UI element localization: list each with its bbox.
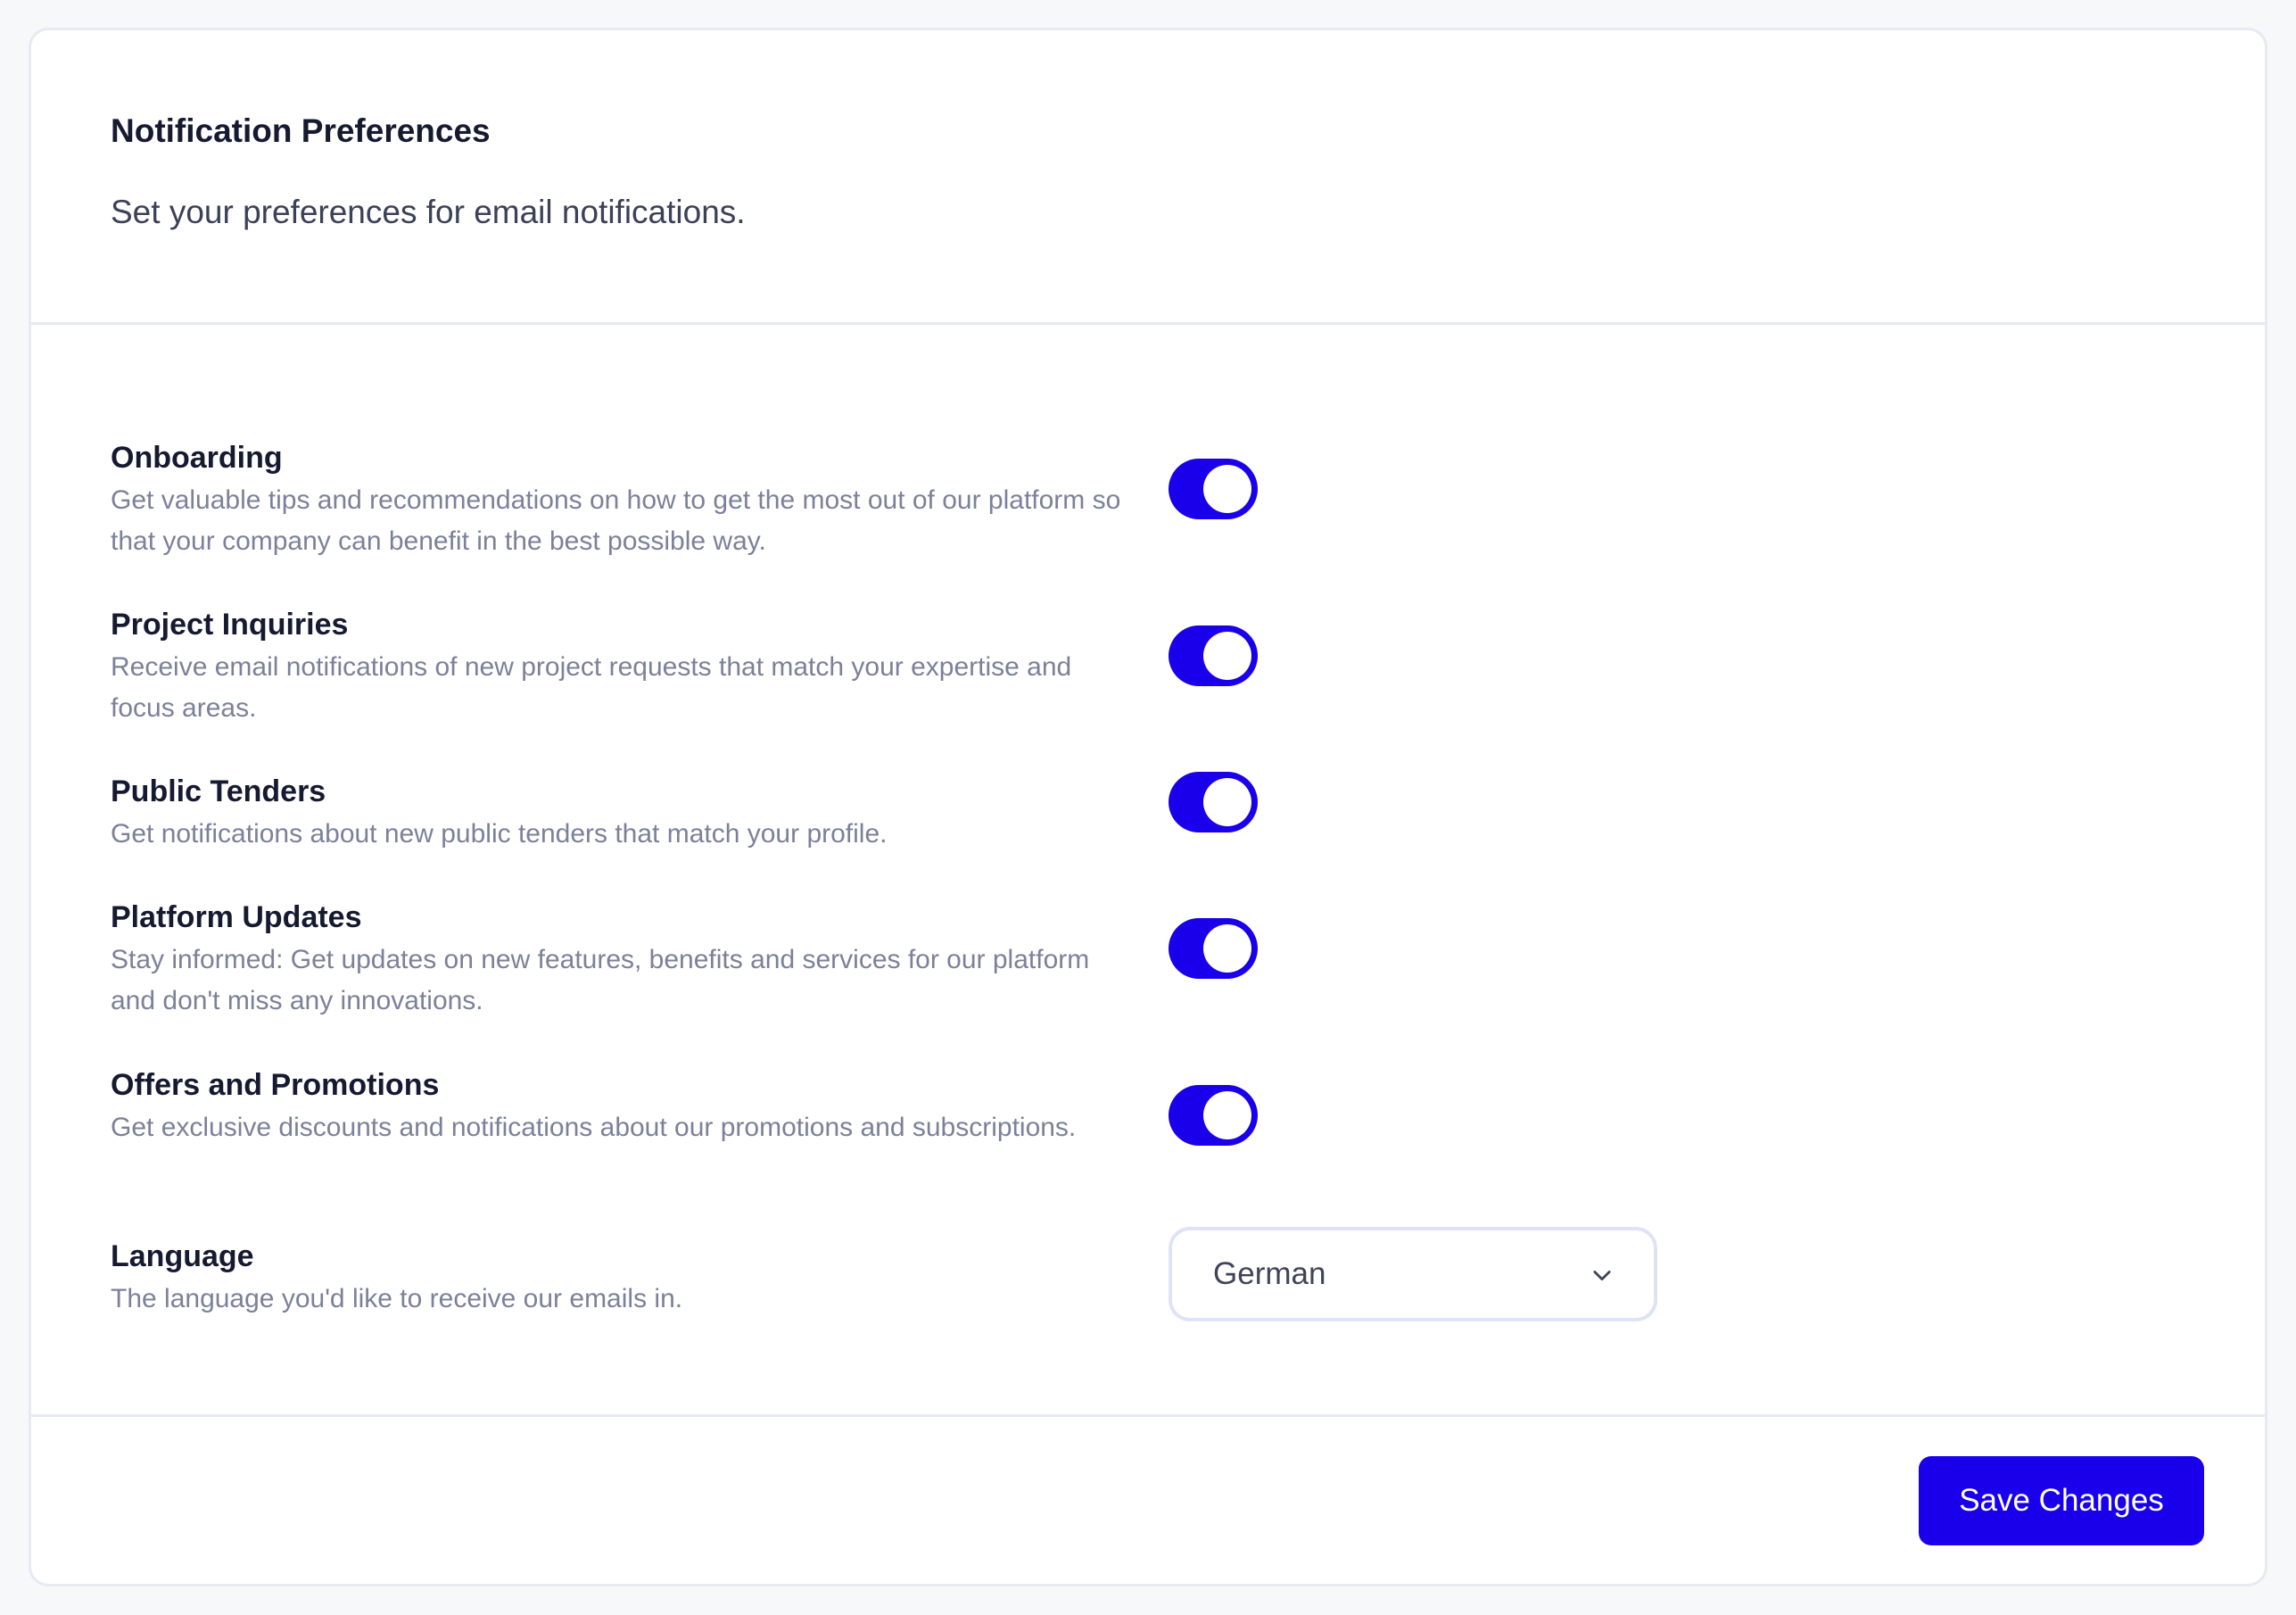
- toggle-knob: [1203, 778, 1251, 826]
- page-title: Notification Preferences: [111, 112, 491, 149]
- save-changes-button[interactable]: Save Changes: [1919, 1456, 2204, 1545]
- setting-description: Get exclusive discounts and notification…: [111, 1113, 1077, 1142]
- setting-description: Get notifications about new public tende…: [111, 819, 888, 849]
- setting-description: The language you'd like to receive our e…: [111, 1284, 683, 1313]
- toggle-knob: [1203, 924, 1251, 973]
- setting-title: Offers and Promotions: [111, 1068, 440, 1102]
- setting-title: Onboarding: [111, 441, 283, 475]
- chevron-down-icon: [1593, 1271, 1611, 1281]
- onboarding-toggle[interactable]: [1169, 459, 1258, 519]
- settings-list: Onboarding Get valuable tips and recomme…: [31, 325, 2265, 1417]
- card-header: Notification Preferences Set your prefer…: [31, 30, 2265, 325]
- setting-title: Platform Updates: [111, 900, 362, 934]
- setting-row-offers-promotions: Offers and Promotions Get exclusive disc…: [111, 1064, 1716, 1148]
- page-subtitle: Set your preferences for email notificat…: [111, 194, 746, 230]
- toggle-knob: [1203, 1091, 1251, 1139]
- setting-description: Receive email notifications of new proje…: [111, 652, 1072, 723]
- setting-description: Get valuable tips and recommendations on…: [111, 485, 1121, 556]
- setting-row-public-tenders: Public Tenders Get notifications about n…: [111, 771, 1716, 855]
- public-tenders-toggle[interactable]: [1169, 772, 1258, 832]
- setting-title: Project Inquiries: [111, 608, 349, 642]
- project-inquiries-toggle[interactable]: [1169, 625, 1258, 686]
- toggle-knob: [1203, 632, 1251, 680]
- notification-preferences-card: Notification Preferences Set your prefer…: [29, 28, 2267, 1586]
- setting-row-project-inquiries: Project Inquiries Receive email notifica…: [111, 604, 1716, 729]
- language-select[interactable]: German: [1169, 1227, 1657, 1321]
- language-selected-value: German: [1213, 1256, 1326, 1291]
- setting-row-onboarding: Onboarding Get valuable tips and recomme…: [111, 437, 1716, 562]
- setting-description: Stay informed: Get updates on new featur…: [111, 945, 1090, 1015]
- setting-row-platform-updates: Platform Updates Stay informed: Get upda…: [111, 897, 1716, 1022]
- platform-updates-toggle[interactable]: [1169, 918, 1258, 979]
- offers-promotions-toggle[interactable]: [1169, 1085, 1258, 1146]
- setting-title: Public Tenders: [111, 774, 326, 808]
- card-footer: Save Changes: [31, 1417, 2265, 1584]
- toggle-knob: [1203, 465, 1251, 513]
